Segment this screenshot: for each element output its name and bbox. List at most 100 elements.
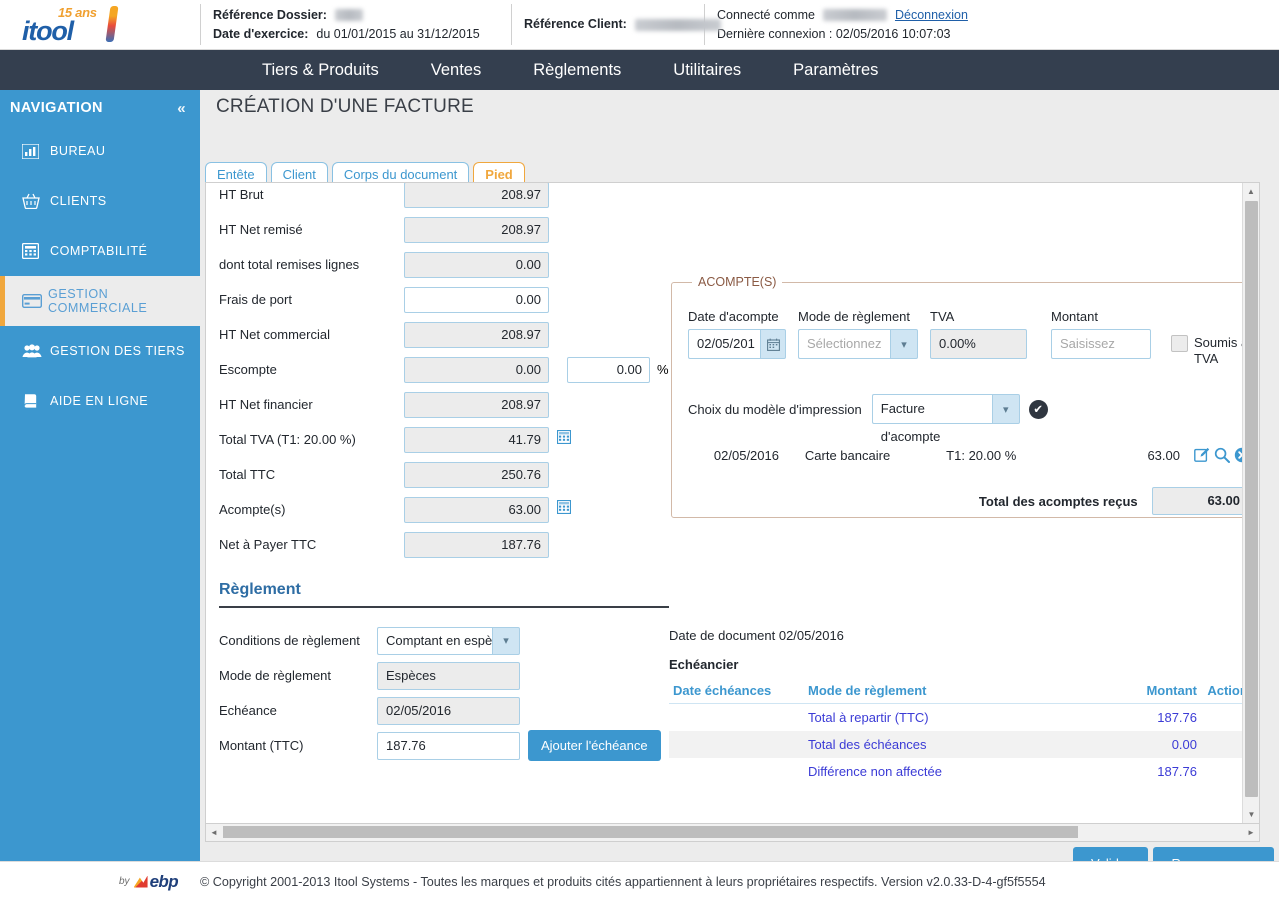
connected-as-label: Connecté comme <box>717 7 815 22</box>
ht-brut-field[interactable]: 208.97 <box>404 183 549 208</box>
client-ref-label: Référence Client: <box>524 17 627 31</box>
scroll-right-icon[interactable]: ► <box>1243 824 1259 840</box>
totals-row-escompte: Escompte 0.00 0.00 % <box>219 352 689 387</box>
nav-item-tiers-produits[interactable]: Tiers & Produits <box>262 61 379 80</box>
acompte-calculator-icon[interactable] <box>556 499 572 519</box>
escompte-amount-field[interactable]: 0.00 <box>404 356 549 383</box>
panel-vertical-scrollbar[interactable]: ▲ ▼ <box>1242 183 1259 823</box>
frais-de-port-field[interactable]: 0.00 <box>404 286 549 313</box>
acompte-montant-col: Montant Saisissez <box>1051 309 1151 367</box>
acompte-mode-col: Mode de règlement Sélectionnez ▾ <box>798 309 918 367</box>
chevron-down-icon[interactable]: ▾ <box>492 626 520 655</box>
horizontal-scroll-thumb[interactable] <box>223 826 1078 838</box>
echeancier-table: Date échéances Mode de règlement Montant… <box>669 678 1259 785</box>
row-date <box>669 731 804 758</box>
client-ref-value-redacted <box>634 18 721 31</box>
sidebar-item-clients[interactable]: CLIENTS <box>0 176 200 226</box>
search-icon[interactable] <box>1214 447 1230 463</box>
col-montant[interactable]: Montant <box>1111 678 1201 704</box>
col-mode-reglement[interactable]: Mode de règlement <box>804 678 1111 704</box>
acompte-row-mode: Carte bancaire <box>804 447 891 463</box>
scroll-down-icon[interactable]: ▼ <box>1243 806 1259 823</box>
document-date-text: Date de document 02/05/2016 <box>669 628 844 643</box>
acompte-tva-field[interactable]: 0.00% <box>930 329 1027 359</box>
sidebar-item-aide-en-ligne[interactable]: AIDE EN LIGNE <box>0 376 200 426</box>
soumis-tva-checkbox[interactable] <box>1171 335 1188 352</box>
escompte-percent-field[interactable]: 0.00 <box>567 356 650 383</box>
edit-icon[interactable] <box>1194 447 1210 463</box>
sidebar-item-bureau[interactable]: BUREAU <box>0 126 200 176</box>
total-tva-field[interactable]: 41.79 <box>404 426 549 453</box>
nav-item-ventes[interactable]: Ventes <box>431 61 481 80</box>
pied-panel: HT Brut 208.97 HT Net remisé 208.97 dont… <box>205 182 1260 824</box>
ht-net-commercial-field[interactable]: 208.97 <box>404 321 549 348</box>
mode-reglement-field[interactable]: Espèces <box>377 661 520 690</box>
nav-item-parametres[interactable]: Paramètres <box>793 61 878 80</box>
nav-item-utilitaires[interactable]: Utilitaires <box>673 61 741 80</box>
totals-row-total-ttc: Total TTC 250.76 <box>219 457 689 492</box>
sidebar-title: NAVIGATION <box>10 100 103 116</box>
copyright-text: © Copyright 2001-2013 Itool Systems - To… <box>200 874 1046 889</box>
calculator-icon <box>22 243 50 259</box>
mode-reglement-label: Mode de règlement <box>219 668 332 683</box>
acompte-montant-input[interactable]: Saisissez <box>1051 329 1151 359</box>
sidebar-item-comptabilite[interactable]: COMPTABILITÉ <box>0 226 200 276</box>
conditions-label: Conditions de règlement <box>219 633 360 648</box>
totals-row-ht-net-commercial: HT Net commercial 208.97 <box>219 317 689 352</box>
totals-label: Frais de port <box>219 292 292 307</box>
scroll-left-icon[interactable]: ◄ <box>206 824 222 840</box>
acompte-section: ACOMPTE(S) Date d'acompte 02/05/201 Mode… <box>671 275 1259 518</box>
col-date-echeances[interactable]: Date échéances <box>669 678 804 704</box>
basket-icon <box>22 193 50 209</box>
print-model-label: Choix du modèle d'impression <box>688 401 862 417</box>
escompte-percent-suffix: % <box>657 362 669 377</box>
acomptes-field[interactable]: 63.00 <box>404 496 549 523</box>
ht-net-remise-field[interactable]: 208.97 <box>404 216 549 243</box>
chevron-left-double-icon[interactable]: « <box>177 100 186 117</box>
echeancier-section: Date de document 02/05/2016 Echéancier D… <box>669 628 1259 785</box>
connected-user-redacted <box>822 9 887 22</box>
chevron-down-icon[interactable]: ▾ <box>890 329 918 359</box>
itool-logo[interactable]: 15 ans itool <box>22 4 132 46</box>
logout-link[interactable]: Déconnexion <box>895 6 968 25</box>
acompte-date-col: Date d'acompte 02/05/201 <box>688 309 786 367</box>
confirm-check-icon[interactable]: ✔ <box>1028 399 1048 419</box>
totals-label: HT Net commercial <box>219 327 331 342</box>
total-ttc-field[interactable]: 250.76 <box>404 461 549 488</box>
vertical-scroll-thumb[interactable] <box>1245 201 1258 797</box>
reglement-title: Règlement <box>219 581 301 598</box>
tva-calculator-icon[interactable] <box>556 429 572 449</box>
net-a-payer-ttc-field[interactable]: 187.76 <box>404 531 549 558</box>
ht-net-financier-field[interactable]: 208.97 <box>404 391 549 418</box>
conditions-select[interactable]: Comptant en espè <box>377 626 492 655</box>
row-date <box>669 758 804 785</box>
client-info-block: Référence Client: <box>512 0 721 49</box>
totals-label: HT Net financier <box>219 397 313 412</box>
ebp-logo: by ebp <box>0 872 200 892</box>
echeance-field[interactable]: 02/05/2016 <box>377 696 520 725</box>
sidebar-item-gestion-des-tiers[interactable]: GESTION DES TIERS <box>0 326 200 376</box>
totals-row-ht-net-financier: HT Net financier 208.97 <box>219 387 689 422</box>
chevron-down-icon[interactable]: ▾ <box>991 394 1020 424</box>
scroll-up-icon[interactable]: ▲ <box>1243 183 1259 200</box>
calendar-icon[interactable] <box>760 329 786 359</box>
total-remises-lignes-field[interactable]: 0.00 <box>404 251 549 278</box>
logo-area: 15 ans itool <box>0 0 200 49</box>
print-model-select[interactable]: Facture d'acompte <box>871 394 992 444</box>
echeancier-title: Echéancier <box>669 657 739 672</box>
sidebar-item-gestion-commerciale[interactable]: GESTION COMMERCIALE <box>0 276 200 326</box>
acompte-date-input[interactable]: 02/05/201 <box>688 329 760 359</box>
sidebar-item-label: CLIENTS <box>50 194 107 208</box>
add-echeance-button[interactable]: Ajouter l'échéance <box>528 730 661 761</box>
nav-item-reglements[interactable]: Règlements <box>533 61 621 80</box>
chart-bar-icon <box>22 143 50 159</box>
totals-label: Escompte <box>219 362 277 377</box>
logo-wordmark: itool <box>22 15 74 46</box>
reglement-montant-row: Montant (TTC) 187.76 Ajouter l'échéance <box>219 728 661 763</box>
ebp-brand-text: ebp <box>149 871 179 891</box>
totals-row-ht-net-remise: HT Net remisé 208.97 <box>219 212 689 247</box>
panel-horizontal-scrollbar[interactable]: ◄ ► <box>205 824 1260 842</box>
montant-ttc-input[interactable]: 187.76 <box>377 731 520 760</box>
main-content: CRÉATION D'UNE FACTURE Retour Entête Cli… <box>200 90 1279 880</box>
acompte-mode-select[interactable]: Sélectionnez <box>798 329 890 359</box>
